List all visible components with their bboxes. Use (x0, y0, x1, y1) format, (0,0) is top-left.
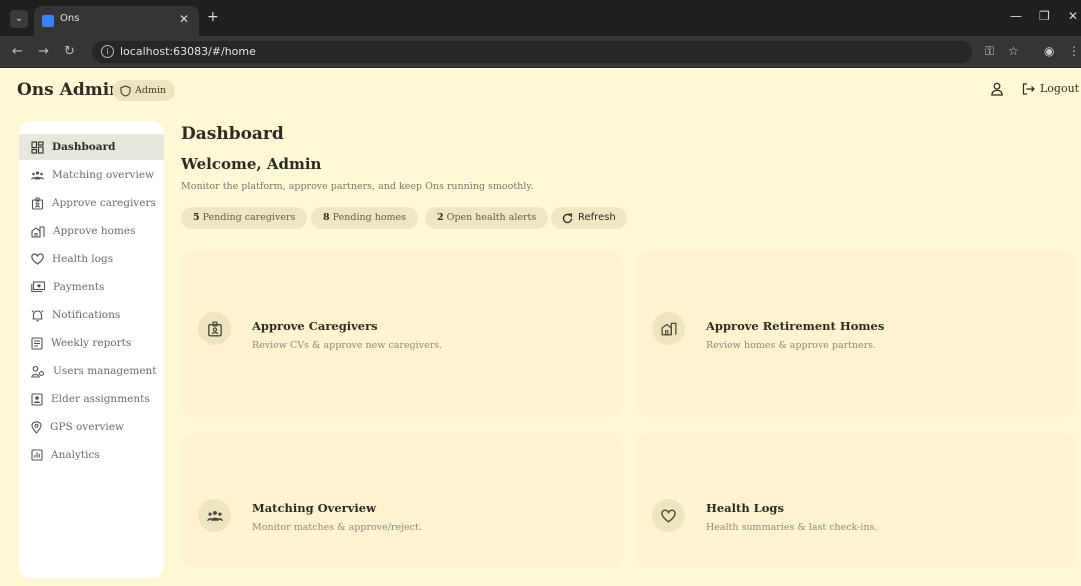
app-title: Ons Admin (17, 80, 122, 100)
refresh-button[interactable]: Refresh (551, 207, 627, 229)
flutter-favicon-icon (42, 15, 54, 27)
card-matching-overview[interactable]: Matching Overview Monitor matches & appr… (181, 433, 623, 568)
stat-count: 5 (193, 212, 200, 223)
sidebar-item-health-logs[interactable]: Health logs (19, 246, 164, 272)
browser-menu-icon[interactable]: ⋮ (1068, 44, 1080, 58)
badge-icon (31, 197, 44, 210)
sidebar-item-elder-assignments[interactable]: Elder assignments (19, 386, 164, 412)
tab-close-icon[interactable]: ✕ (179, 12, 189, 26)
tab-title: Ons (60, 13, 80, 24)
home-icon (652, 312, 685, 345)
browser-tab-bar: ⌄ Ons ✕ + — ❐ ✕ (0, 0, 1081, 36)
sidebar-item-label: GPS overview (50, 421, 124, 433)
sidebar-item-users-management[interactable]: Users management (19, 358, 164, 384)
back-icon[interactable]: ← (12, 44, 23, 59)
profile-icon[interactable]: ◉ (1044, 44, 1054, 58)
bell-icon (31, 309, 44, 321)
card-description: Monitor matches & approve/reject. (252, 522, 422, 533)
card-health-logs[interactable]: Health Logs Health summaries & last chec… (635, 433, 1077, 568)
sidebar-item-weekly-reports[interactable]: Weekly reports (19, 330, 164, 356)
stat-count: 8 (323, 212, 330, 223)
home-icon (31, 225, 45, 238)
card-title: Approve Caregivers (252, 319, 378, 333)
card-title: Health Logs (706, 501, 784, 515)
card-approve-retirement-homes[interactable]: Approve Retirement Homes Review homes & … (635, 250, 1077, 417)
reload-icon[interactable]: ↻ (64, 44, 75, 59)
forward-icon[interactable]: → (38, 44, 49, 59)
sidebar-item-analytics[interactable]: Analytics (19, 442, 164, 468)
stat-chip-pending-homes: 8 Pending homes (311, 207, 419, 229)
report-icon (31, 336, 43, 350)
bookmark-star-icon[interactable]: ☆ (1008, 44, 1019, 58)
sidebar: Dashboard Matching overview Approve care… (19, 121, 164, 578)
sidebar-item-label: Weekly reports (51, 337, 132, 349)
browser-address-bar: ← → ↻ i localhost:63083/#/home ⚿ ☆ ◉ ⋮ (0, 36, 1081, 68)
sidebar-item-payments[interactable]: Payments (19, 274, 164, 300)
sidebar-item-label: Approve homes (53, 225, 136, 237)
sidebar-item-approve-homes[interactable]: Approve homes (19, 218, 164, 244)
minimize-icon[interactable]: — (1010, 9, 1022, 23)
card-approve-caregivers[interactable]: Approve Caregivers Review CVs & approve … (181, 250, 623, 417)
window-close-icon[interactable]: ✕ (1068, 9, 1078, 23)
shield-icon (120, 84, 131, 97)
card-description: Review homes & approve partners. (706, 340, 877, 351)
sidebar-item-label: Users management (53, 365, 157, 377)
assignment-icon (31, 392, 43, 406)
stat-label: Pending caregivers (202, 212, 296, 223)
url-text: localhost:63083/#/home (120, 45, 256, 58)
admin-role-badge: Admin (112, 80, 176, 101)
stat-count: 2 (437, 212, 444, 223)
sidebar-item-label: Analytics (51, 449, 100, 461)
card-title: Approve Retirement Homes (706, 319, 885, 333)
stat-chip-open-health-alerts: 2 Open health alerts (425, 207, 549, 229)
new-tab-button[interactable]: + (207, 9, 219, 25)
refresh-icon (562, 213, 573, 223)
card-description: Review CVs & approve new caregivers. (252, 340, 443, 351)
url-field[interactable]: i localhost:63083/#/home (92, 41, 972, 63)
sidebar-item-label: Notifications (52, 309, 121, 321)
logout-label: Logout (1040, 82, 1080, 95)
card-title: Matching Overview (252, 501, 376, 515)
account-icon[interactable] (990, 81, 1004, 100)
refresh-label: Refresh (578, 212, 616, 223)
logout-button[interactable]: Logout (1022, 82, 1079, 95)
sidebar-item-label: Matching overview (52, 169, 155, 181)
stat-label: Open health alerts (446, 212, 537, 223)
page-subtitle: Monitor the platform, approve partners, … (181, 181, 534, 192)
browser-tab[interactable]: Ons ✕ (34, 6, 199, 36)
sidebar-item-gps-overview[interactable]: GPS overview (19, 414, 164, 440)
sidebar-item-label: Payments (53, 281, 105, 293)
users-icon (31, 365, 45, 378)
sidebar-item-label: Elder assignments (51, 393, 150, 405)
people-icon (31, 170, 44, 180)
analytics-icon (31, 449, 43, 461)
sidebar-item-notifications[interactable]: Notifications (19, 302, 164, 328)
stat-chip-pending-caregivers: 5 Pending caregivers (181, 207, 308, 229)
payments-icon (31, 281, 45, 293)
tab-search-button[interactable]: ⌄ (10, 10, 28, 28)
sidebar-item-approve-caregivers[interactable]: Approve caregivers (19, 190, 164, 216)
site-info-icon[interactable]: i (101, 45, 114, 58)
badge-icon (198, 312, 231, 345)
card-description: Health summaries & last check-ins. (706, 522, 878, 533)
sidebar-item-label: Approve caregivers (52, 197, 156, 209)
logout-icon (1022, 82, 1035, 95)
stat-label: Pending homes (332, 212, 407, 223)
heart-icon (31, 253, 44, 265)
sidebar-item-dashboard[interactable]: Dashboard (19, 134, 164, 160)
password-key-icon[interactable]: ⚿ (985, 44, 994, 59)
welcome-heading: Welcome, Admin (181, 155, 322, 173)
maximize-icon[interactable]: ❐ (1039, 9, 1050, 23)
people-icon (198, 499, 231, 532)
location-pin-icon (31, 420, 42, 434)
sidebar-item-label: Dashboard (52, 141, 116, 153)
page-title: Dashboard (181, 124, 284, 144)
heart-icon (652, 499, 685, 532)
dashboard-icon (31, 140, 44, 154)
sidebar-item-label: Health logs (52, 253, 114, 265)
role-badge-label: Admin (135, 85, 167, 96)
sidebar-item-matching-overview[interactable]: Matching overview (19, 162, 164, 188)
